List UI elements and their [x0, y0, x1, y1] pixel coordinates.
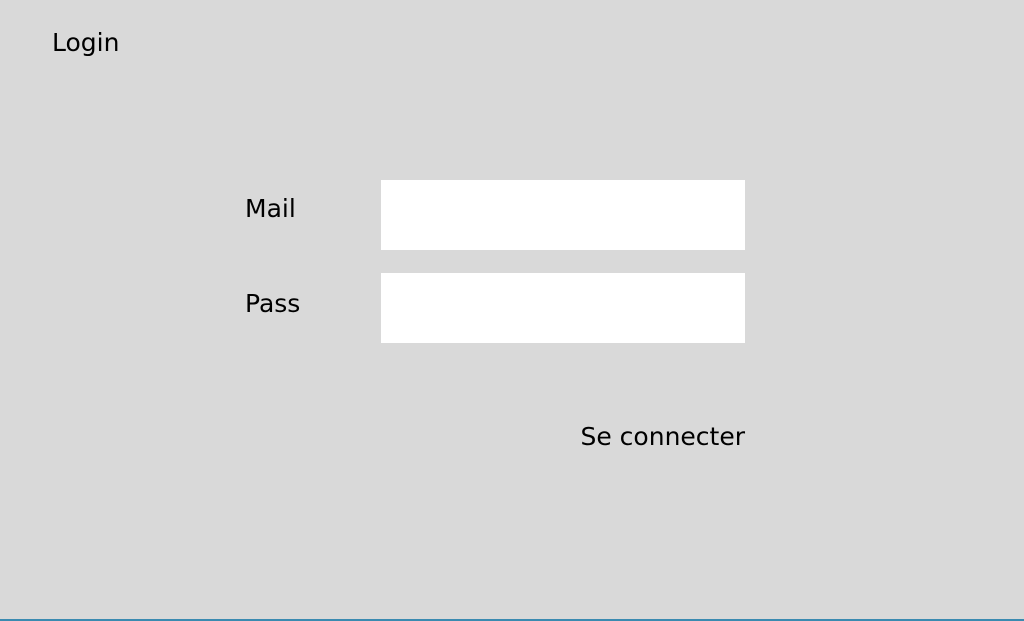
- mail-input[interactable]: [381, 180, 745, 250]
- mail-label: Mail: [245, 194, 296, 223]
- pass-label: Pass: [245, 289, 301, 318]
- login-button[interactable]: Se connecter: [575, 421, 745, 453]
- page-title: Login: [52, 28, 120, 57]
- pass-input[interactable]: [381, 273, 745, 343]
- login-page: Login Mail Pass Se connecter: [0, 0, 1024, 621]
